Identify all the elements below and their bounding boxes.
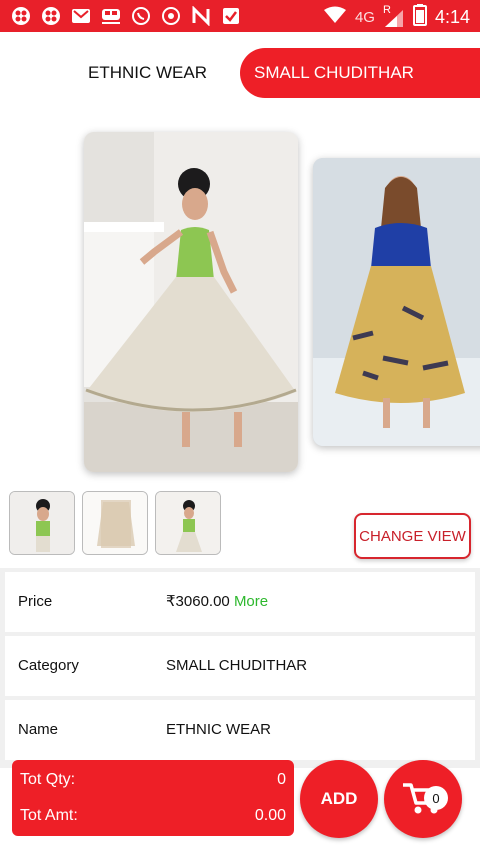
total-amt-label: Tot Amt:: [20, 807, 78, 824]
change-view-button[interactable]: CHANGE VIEW: [354, 513, 471, 559]
cart-button[interactable]: 0: [384, 760, 462, 838]
price-value-group: ₹3060.00 More: [166, 572, 268, 632]
product-image-carousel[interactable]: [0, 126, 480, 486]
tab-ethnic-wear[interactable]: ETHNIC WEAR: [20, 48, 250, 98]
whatsapp-icon: [130, 5, 152, 27]
check-icon: [220, 5, 242, 27]
signal-icon: R: [383, 4, 405, 28]
total-qty-label: Tot Qty:: [20, 771, 76, 788]
notification-icons: [10, 5, 242, 27]
thumbnail-strip: CHANGE VIEW: [0, 487, 480, 567]
gmail-icon: [70, 5, 92, 27]
tab-small-chudithar[interactable]: SMALL CHUDITHAR: [240, 48, 480, 98]
name-label: Name: [18, 721, 59, 738]
app-icon: [10, 5, 32, 27]
system-status: 4G R 4:14: [323, 4, 470, 31]
cart-count-badge: 0: [424, 786, 448, 810]
price-label: Price: [18, 593, 53, 610]
price-value: ₹3060.00: [166, 593, 230, 610]
wifi-icon: [323, 6, 347, 29]
name-value: ETHNIC WEAR: [166, 721, 271, 738]
roaming-indicator: R: [382, 3, 391, 16]
category-tabs: ETHNIC WEAR SMALL CHUDITHAR: [0, 40, 480, 102]
battery-icon: [412, 4, 427, 31]
category-label: Category: [18, 657, 79, 674]
category-value: SMALL CHUDITHAR: [166, 657, 308, 674]
train-icon: [100, 5, 122, 27]
chat-icon: [160, 5, 182, 27]
product-details: Price ₹3060.00 More Category SMALL CHUDI…: [0, 568, 480, 768]
status-bar: 4G R 4:14: [0, 0, 480, 32]
total-amt-value: 0.00: [254, 807, 286, 824]
thumbnail-1[interactable]: [9, 491, 75, 555]
app-icon: [40, 5, 62, 27]
totals-panel: Tot Qty: 0 Tot Amt: 0.00: [12, 760, 294, 836]
thumbnail-3[interactable]: [155, 491, 221, 555]
product-image-main[interactable]: [84, 132, 298, 472]
product-image-next[interactable]: [313, 158, 480, 446]
thumbnail-2[interactable]: [82, 491, 148, 555]
detail-row-category: Category SMALL CHUDITHAR: [5, 636, 475, 696]
n-icon: [190, 5, 212, 27]
detail-row-name: Name ETHNIC WEAR: [5, 700, 475, 760]
detail-row-price: Price ₹3060.00 More: [5, 572, 475, 632]
clock: 4:14: [434, 7, 470, 27]
network-type: 4G: [354, 9, 375, 26]
add-button[interactable]: ADD: [300, 760, 378, 838]
total-qty-value: 0: [277, 771, 286, 788]
more-link[interactable]: More: [234, 593, 268, 610]
bottom-bar: Tot Qty: 0 Tot Amt: 0.00 ADD 0: [0, 760, 480, 854]
